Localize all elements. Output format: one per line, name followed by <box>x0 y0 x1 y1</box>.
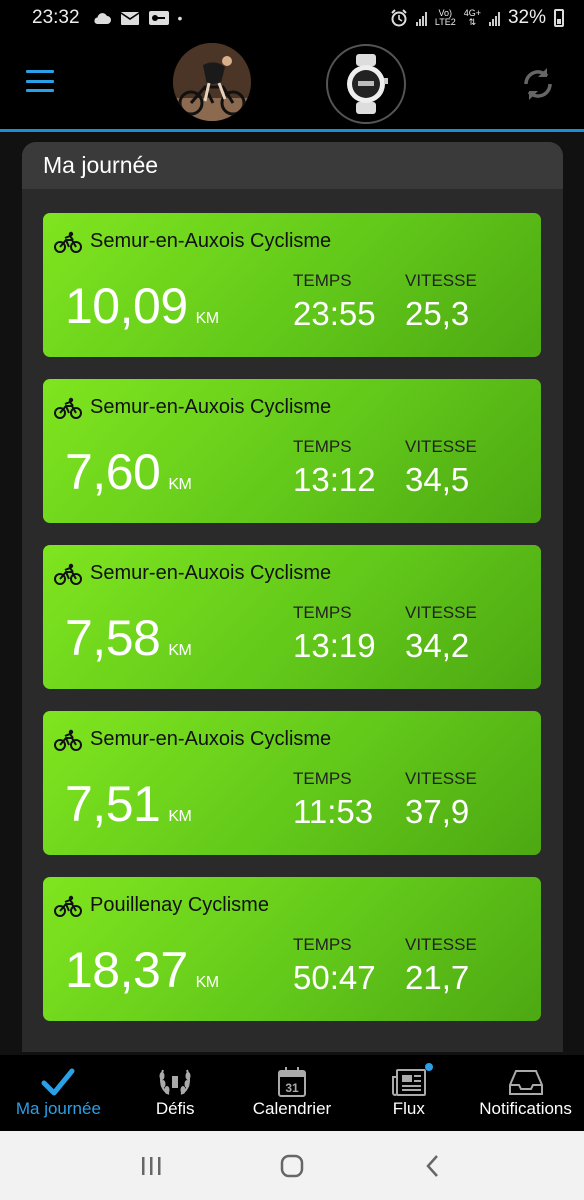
watch-device-button[interactable] <box>326 44 406 124</box>
tab-label: Notifications <box>479 1099 572 1118</box>
recent-apps-button[interactable] <box>131 1146 171 1186</box>
tab-notifications[interactable]: Notifications <box>467 1055 584 1131</box>
activity-title: Semur-en-Auxois Cyclisme <box>90 562 332 584</box>
activity-distance: 7,58 <box>65 610 161 666</box>
activity-time: 23:55 <box>293 295 376 332</box>
activity-title: Semur-en-Auxois Cyclisme <box>90 230 332 252</box>
watch-icon <box>347 54 388 114</box>
data-arrows-icon: ⇅ <box>468 17 477 27</box>
activity-speed: 37,9 <box>405 793 470 830</box>
activity-card[interactable]: Semur-en-Auxois Cyclisme 7,51 KM TEMPS 1… <box>43 711 541 855</box>
my-day-panel: Ma journée Semur-en-Auxois Cyclisme 10,0… <box>22 142 563 1052</box>
speed-label: VITESSE <box>405 603 477 622</box>
profile-avatar[interactable] <box>173 43 251 121</box>
calendar-icon: 31 <box>277 1067 306 1097</box>
activity-card[interactable]: Semur-en-Auxois Cyclisme 10,09 KM TEMPS … <box>43 213 541 357</box>
status-bar: 23:32 • Vo) LTE2 4G+ ⇅ 32% <box>0 0 584 36</box>
lte-label: LTE2 <box>434 17 456 27</box>
inbox-tray-icon <box>508 1070 543 1095</box>
tab-label: Ma journée <box>15 1099 101 1118</box>
hamburger-menu-icon[interactable] <box>26 70 54 92</box>
back-icon <box>426 1154 439 1177</box>
distance-unit: KM <box>168 642 192 659</box>
app-header <box>0 36 584 130</box>
time-label: TEMPS <box>293 769 352 788</box>
signal-strength-icon-2 <box>488 10 500 26</box>
time-label: TEMPS <box>293 935 352 954</box>
cloud-icon <box>92 11 112 25</box>
speed-label: VITESSE <box>405 935 477 954</box>
tab-feed[interactable]: Flux <box>350 1055 467 1131</box>
time-label: TEMPS <box>293 271 352 290</box>
activity-distance: 7,60 <box>65 444 161 500</box>
activity-speed: 21,7 <box>405 959 470 996</box>
speed-label: VITESSE <box>405 769 477 788</box>
checkmark-icon <box>41 1068 75 1096</box>
tab-label: Calendrier <box>252 1099 332 1118</box>
recent-apps-icon <box>141 1156 161 1175</box>
alarm-icon <box>390 9 408 27</box>
activity-time: 13:12 <box>293 461 376 498</box>
speed-label: VITESSE <box>405 437 477 456</box>
time-label: TEMPS <box>293 437 352 456</box>
signal-strength-icon <box>415 10 427 26</box>
tab-my-day[interactable]: Ma journée <box>0 1055 117 1131</box>
header-divider <box>0 129 584 132</box>
activity-title: Semur-en-Auxois Cyclisme <box>90 728 332 750</box>
activity-distance: 7,51 <box>65 776 161 832</box>
cycling-icon <box>54 231 82 253</box>
panel-title: Ma journée <box>22 142 563 189</box>
cycling-icon <box>54 729 82 751</box>
news-feed-icon <box>391 1069 426 1096</box>
tab-label: Flux <box>392 1099 425 1118</box>
activity-title: Pouillenay Cyclisme <box>90 894 269 916</box>
cycling-icon <box>54 563 82 585</box>
back-button[interactable] <box>413 1146 453 1186</box>
activity-speed: 25,3 <box>405 295 470 332</box>
activity-speed: 34,2 <box>405 627 470 664</box>
speed-label: VITESSE <box>405 271 477 290</box>
activity-time: 50:47 <box>293 959 376 996</box>
activity-distance: 18,37 <box>65 942 188 998</box>
system-navigation-bar <box>0 1131 584 1200</box>
distance-unit: KM <box>168 476 192 493</box>
distance-unit: KM <box>168 808 192 825</box>
laurel-icon <box>159 1069 191 1095</box>
tab-challenges[interactable]: Défis <box>117 1055 234 1131</box>
key-notification-icon <box>148 10 170 26</box>
activity-time: 11:53 <box>293 793 374 830</box>
home-icon <box>280 1154 304 1177</box>
cycling-icon <box>54 895 82 917</box>
activity-title: Semur-en-Auxois Cyclisme <box>90 396 332 418</box>
activity-time: 13:19 <box>293 627 376 664</box>
home-button[interactable] <box>272 1146 312 1186</box>
unread-dot <box>425 1063 434 1071</box>
cycling-icon <box>54 397 82 419</box>
distance-unit: KM <box>195 974 220 991</box>
calendar-day: 31 <box>285 1081 299 1095</box>
battery-icon <box>554 9 564 27</box>
status-time: 23:32 <box>32 7 80 28</box>
mail-icon <box>120 11 140 26</box>
activity-distance: 10,09 <box>65 278 188 334</box>
activity-speed: 34,5 <box>405 461 470 498</box>
activity-card[interactable]: Semur-en-Auxois Cyclisme 7,60 KM TEMPS 1… <box>43 379 541 523</box>
activity-card[interactable]: Semur-en-Auxois Cyclisme 7,58 KM TEMPS 1… <box>43 545 541 689</box>
time-label: TEMPS <box>293 603 352 622</box>
bottom-navigation: Ma journée Défis 31 Calendrier Flux Noti… <box>0 1055 584 1131</box>
distance-unit: KM <box>195 310 220 327</box>
battery-percentage: 32% <box>507 7 546 28</box>
tab-label: Défis <box>155 1099 195 1118</box>
activity-card[interactable]: Pouillenay Cyclisme 18,37 KM TEMPS 50:47… <box>43 877 541 1021</box>
tab-calendar[interactable]: 31 Calendrier <box>234 1055 351 1131</box>
dot-icon: • <box>177 10 183 26</box>
sync-icon[interactable] <box>518 64 558 104</box>
